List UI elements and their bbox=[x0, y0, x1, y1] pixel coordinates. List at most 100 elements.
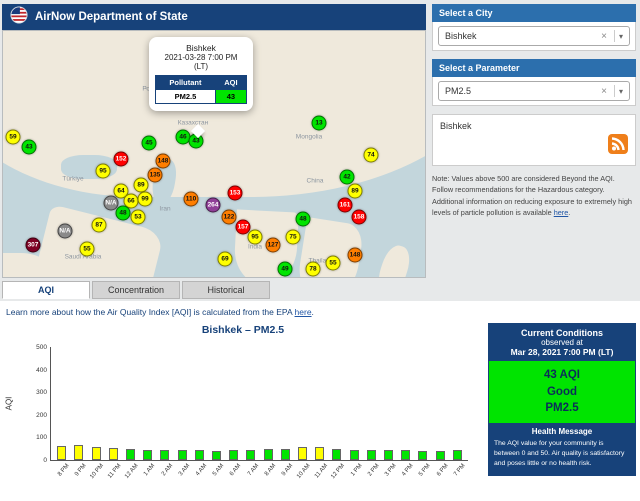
aqi-marker[interactable]: N/A bbox=[58, 224, 73, 239]
chart-plot-area: 0100200300400500 8 PM9 PM10 PM11 PM12 AM… bbox=[50, 347, 468, 461]
chart-bar bbox=[298, 447, 307, 460]
chart-xtick-label: 12 AM bbox=[126, 460, 135, 486]
chart-bar bbox=[246, 450, 255, 460]
chart-ytick-label: 300 bbox=[36, 389, 47, 396]
select-divider bbox=[614, 30, 615, 42]
dos-flag-logo-icon bbox=[10, 6, 28, 29]
observed-at-label: observed at bbox=[492, 338, 632, 347]
chart-bar bbox=[160, 450, 169, 460]
parameter-clear-icon[interactable]: × bbox=[598, 86, 610, 97]
chart-xtick-label: 4 AM bbox=[195, 460, 204, 486]
chart-xtick-label: 2 PM bbox=[367, 460, 376, 486]
aqi-marker[interactable]: 148 bbox=[348, 248, 363, 263]
learn-more-here-link[interactable]: here bbox=[295, 307, 312, 317]
aqi-marker[interactable]: 148 bbox=[156, 154, 171, 169]
chevron-down-icon[interactable]: ▾ bbox=[619, 87, 623, 96]
chart-bar bbox=[74, 445, 83, 460]
app-header: AirNow Department of State bbox=[2, 4, 426, 30]
aqi-marker[interactable]: 135 bbox=[148, 168, 163, 183]
aqi-marker[interactable]: 110 bbox=[184, 192, 199, 207]
aqi-marker[interactable]: 78 bbox=[306, 262, 321, 277]
aqi-marker[interactable]: 49 bbox=[278, 262, 293, 277]
aqi-note: Note: Values above 500 are considered Be… bbox=[432, 173, 636, 218]
health-message-title: Health Message bbox=[494, 427, 630, 436]
health-message-box: Health Message The AQI value for your co… bbox=[489, 423, 635, 475]
aqi-summary-box: 43 AQI Good PM2.5 bbox=[489, 361, 635, 423]
learn-more-line: Learn more about how the Air Quality Ind… bbox=[4, 303, 636, 319]
app-title: AirNow Department of State bbox=[35, 11, 188, 23]
city-select[interactable]: Bishkek × ▾ bbox=[438, 26, 630, 46]
chart-bar bbox=[350, 450, 359, 460]
parameter-select[interactable]: PM2.5 × ▾ bbox=[438, 81, 630, 101]
city-panel-title: Select a City bbox=[432, 4, 636, 22]
aqi-map[interactable]: РоссияКазахстанTürkiyeIranSaudi ArabiaIn… bbox=[2, 30, 426, 278]
aqi-marker[interactable]: 127 bbox=[266, 238, 281, 253]
current-conditions-header: Current Conditions observed at Mar 28, 2… bbox=[489, 324, 635, 361]
aqi-marker[interactable]: 45 bbox=[142, 136, 157, 151]
chart-xtick-label: 11 PM bbox=[109, 460, 118, 486]
chart-xtick-label: 2 AM bbox=[160, 460, 169, 486]
aqi-marker[interactable]: 153 bbox=[228, 186, 243, 201]
aqi-marker[interactable]: 95 bbox=[96, 164, 111, 179]
aqi-marker[interactable]: 158 bbox=[352, 210, 367, 225]
chart-bars bbox=[51, 347, 468, 460]
map-country-label: Iran bbox=[159, 206, 170, 213]
chevron-down-icon[interactable]: ▾ bbox=[619, 32, 623, 41]
aqi-marker[interactable]: 161 bbox=[338, 198, 353, 213]
popup-aqi-value: 43 bbox=[215, 90, 246, 104]
chart-bar bbox=[332, 449, 341, 460]
aqi-marker[interactable]: 152 bbox=[114, 152, 129, 167]
current-conditions-title: Current Conditions bbox=[492, 328, 632, 338]
select-divider bbox=[614, 85, 615, 97]
note-here-link[interactable]: here bbox=[554, 208, 569, 217]
aqi-marker[interactable]: 74 bbox=[364, 148, 379, 163]
chart-bar bbox=[453, 450, 462, 460]
chart-bar bbox=[109, 448, 118, 460]
aqi-marker[interactable]: 13 bbox=[312, 116, 327, 131]
tab-aqi[interactable]: AQI bbox=[2, 281, 90, 299]
chart-ytick-label: 100 bbox=[36, 434, 47, 441]
chart-bar bbox=[384, 450, 393, 460]
parameter-panel: Select a Parameter PM2.5 × ▾ bbox=[432, 59, 636, 106]
chart-bar bbox=[264, 449, 273, 460]
current-conditions-panel: Current Conditions observed at Mar 28, 2… bbox=[488, 323, 636, 476]
aqi-marker[interactable]: 48 bbox=[296, 212, 311, 227]
aqi-marker[interactable]: 59 bbox=[6, 130, 21, 145]
chart-xtick-label: 11 AM bbox=[315, 460, 324, 486]
chart-title: Bishkek – PM2.5 bbox=[4, 324, 482, 336]
aqi-marker[interactable]: 122 bbox=[222, 210, 237, 225]
aqi-marker[interactable]: 69 bbox=[218, 252, 233, 267]
chart-bar bbox=[143, 450, 152, 460]
city-clear-icon[interactable]: × bbox=[598, 31, 610, 42]
tab-historical[interactable]: Historical bbox=[182, 281, 270, 299]
tab-concentration[interactable]: Concentration bbox=[92, 281, 180, 299]
map-country-label: India bbox=[248, 244, 262, 251]
aqi-marker[interactable]: 99 bbox=[138, 192, 153, 207]
aqi-category: Good bbox=[492, 384, 632, 401]
aqi-marker[interactable]: 95 bbox=[248, 230, 263, 245]
chart-bar bbox=[178, 450, 187, 460]
aqi-marker[interactable]: 43 bbox=[22, 140, 37, 155]
chart-bar bbox=[212, 451, 221, 460]
chart-xtick-label: 8 AM bbox=[264, 460, 273, 486]
aqi-marker[interactable]: 89 bbox=[134, 178, 149, 193]
chart-bar bbox=[229, 450, 238, 460]
aqi-marker[interactable]: 48 bbox=[116, 206, 131, 221]
aqi-marker[interactable]: 307 bbox=[26, 238, 41, 253]
aqi-marker[interactable]: 87 bbox=[92, 218, 107, 233]
aqi-marker[interactable]: 75 bbox=[286, 230, 301, 245]
chart-bar bbox=[401, 450, 410, 460]
rss-icon[interactable] bbox=[608, 134, 628, 159]
aqi-marker[interactable]: 55 bbox=[326, 256, 341, 271]
aqi-marker[interactable]: 42 bbox=[340, 170, 355, 185]
chart-bar bbox=[367, 450, 376, 460]
aqi-marker[interactable]: 264 bbox=[206, 198, 221, 213]
aqi-marker[interactable]: 55 bbox=[80, 242, 95, 257]
chart-bar bbox=[126, 449, 135, 460]
chart-bar bbox=[92, 447, 101, 460]
top-section: AirNow Department of State РоссияКазахст… bbox=[0, 0, 640, 299]
aqi-marker[interactable]: 89 bbox=[348, 184, 363, 199]
chart-ytick-label: 0 bbox=[43, 457, 47, 464]
chart-xtick-label: 5 AM bbox=[212, 460, 221, 486]
aqi-marker[interactable]: 53 bbox=[131, 210, 146, 225]
